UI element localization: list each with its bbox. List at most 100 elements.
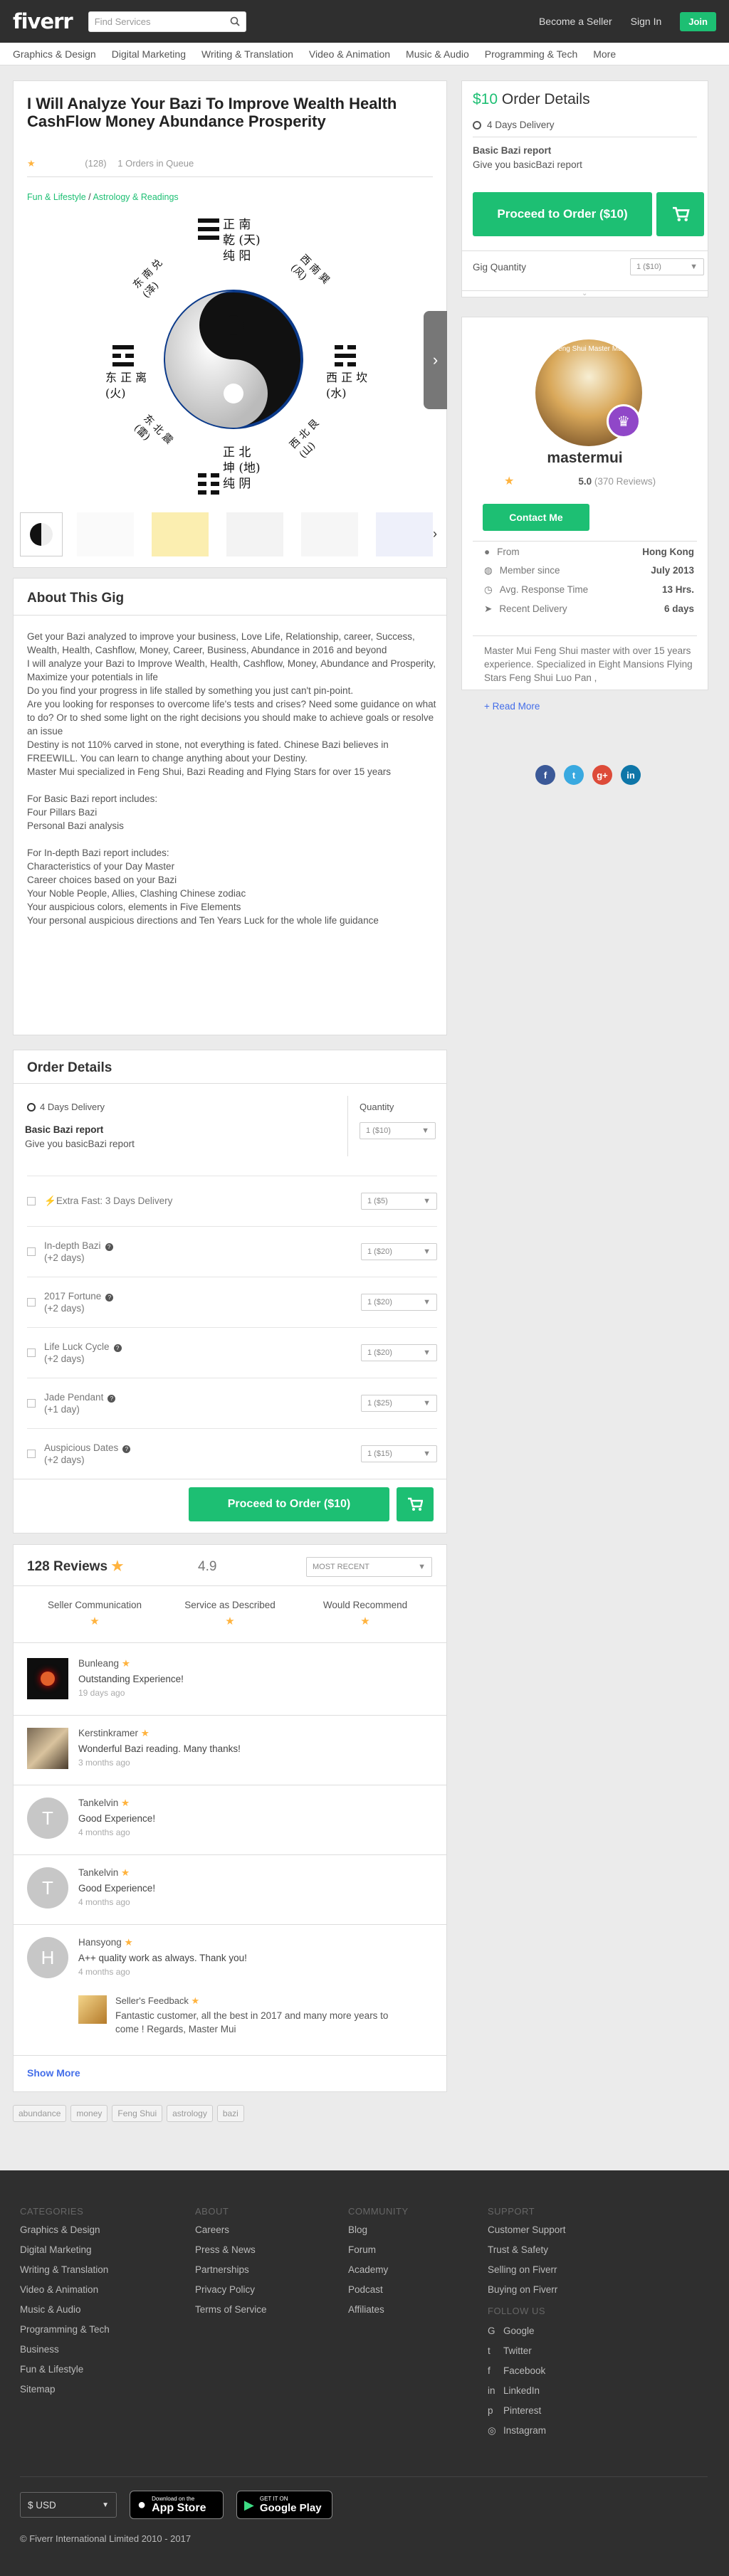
footer-link[interactable]: Academy: [348, 2260, 388, 2280]
contact-me-button[interactable]: Contact Me: [483, 504, 589, 531]
breadcrumb-parent[interactable]: Fun & Lifestyle: [27, 192, 86, 202]
footer-link[interactable]: Writing & Translation: [20, 2260, 110, 2280]
footer-link[interactable]: Affiliates: [348, 2300, 388, 2320]
thumbnail-2[interactable]: [77, 512, 134, 556]
show-more-link[interactable]: Show More: [27, 2067, 80, 2079]
footer-social-twitter[interactable]: t Twitter: [488, 2341, 546, 2361]
footer-link[interactable]: Podcast: [348, 2280, 388, 2300]
footer-social-google[interactable]: G Google: [488, 2321, 546, 2341]
quantity-select[interactable]: 1 ($10) ▼: [360, 1122, 436, 1139]
tag[interactable]: abundance: [13, 2105, 67, 2122]
footer-link[interactable]: Careers: [195, 2220, 267, 2240]
help-icon[interactable]: ?: [122, 1445, 131, 1453]
sidebar-proceed-button[interactable]: Proceed to Order ($10): [473, 192, 652, 236]
tag[interactable]: astrology: [167, 2105, 213, 2122]
google-plus-share-icon[interactable]: g+: [592, 765, 612, 785]
help-icon[interactable]: ?: [105, 1294, 114, 1302]
join-button[interactable]: Join: [680, 11, 716, 31]
footer-link[interactable]: Press & News: [195, 2240, 267, 2260]
thumbnail-4[interactable]: [226, 512, 283, 556]
extra-quantity-select[interactable]: 1 ($5) ▼: [361, 1193, 437, 1210]
footer-link[interactable]: Privacy Policy: [195, 2280, 267, 2300]
footer-link[interactable]: Selling on Fiverr: [488, 2260, 566, 2280]
sign-in-link[interactable]: Sign In: [631, 16, 662, 27]
category-programming[interactable]: Programming & Tech: [485, 48, 577, 60]
reviews-sort-select[interactable]: MOST RECENT ▼: [306, 1557, 432, 1577]
footer-link[interactable]: Buying on Fiverr: [488, 2280, 566, 2300]
footer-social-instagram[interactable]: ◎ Instagram: [488, 2421, 546, 2441]
footer-link[interactable]: Trust & Safety: [488, 2240, 566, 2260]
seller-username[interactable]: mastermui: [461, 450, 708, 467]
thumbnail-3[interactable]: [152, 512, 209, 556]
footer-link[interactable]: Graphics & Design: [20, 2220, 110, 2240]
extra-checkbox[interactable]: [27, 1197, 36, 1205]
footer-link[interactable]: Digital Marketing: [20, 2240, 110, 2260]
category-video[interactable]: Video & Animation: [309, 48, 390, 60]
footer-link[interactable]: Programming & Tech: [20, 2320, 110, 2340]
google-play-badge[interactable]: ▶ GET IT ON Google Play: [236, 2491, 332, 2519]
category-writing[interactable]: Writing & Translation: [201, 48, 293, 60]
search-icon[interactable]: [230, 16, 240, 26]
footer-social-pinterest[interactable]: p Pinterest: [488, 2401, 546, 2421]
footer-social-linkedin[interactable]: in LinkedIn: [488, 2381, 546, 2401]
extra-quantity-select[interactable]: 1 ($25) ▼: [361, 1395, 437, 1412]
facebook-share-icon[interactable]: f: [535, 765, 555, 785]
category-graphics[interactable]: Graphics & Design: [13, 48, 96, 60]
footer-link[interactable]: Partnerships: [195, 2260, 267, 2280]
help-icon[interactable]: ?: [105, 1243, 113, 1251]
gallery-next-button[interactable]: ›: [424, 311, 447, 409]
thumbnail-1[interactable]: [20, 512, 63, 556]
proceed-to-order-button[interactable]: Proceed to Order ($10): [189, 1487, 389, 1521]
twitter-share-icon[interactable]: t: [564, 765, 584, 785]
reviewer-username[interactable]: Tankelvin: [78, 1798, 118, 1808]
extra-quantity-select[interactable]: 1 ($15) ▼: [361, 1445, 437, 1462]
footer-link[interactable]: Terms of Service: [195, 2300, 267, 2320]
thumbnails-next-icon[interactable]: ›: [433, 527, 437, 542]
gig-main-image[interactable]: 正 南 乾 (天) 纯 阳 东 正 离 (火) 西 正 坎 (水) 正 北 坤 …: [77, 210, 390, 509]
extra-checkbox[interactable]: [27, 1348, 36, 1357]
footer-link[interactable]: Business: [20, 2340, 110, 2360]
footer-social-facebook[interactable]: f Facebook: [488, 2361, 546, 2381]
extra-quantity-select[interactable]: 1 ($20) ▼: [361, 1294, 437, 1311]
read-more-link[interactable]: + Read More: [484, 701, 540, 712]
extra-checkbox[interactable]: [27, 1450, 36, 1458]
reviewer-username[interactable]: Tankelvin: [78, 1867, 118, 1878]
footer-link[interactable]: Forum: [348, 2240, 388, 2260]
add-to-cart-button[interactable]: [397, 1487, 434, 1521]
extra-checkbox[interactable]: [27, 1247, 36, 1256]
footer-link[interactable]: Fun & Lifestyle: [20, 2360, 110, 2380]
help-icon[interactable]: ?: [107, 1395, 116, 1403]
sidebar-cart-button[interactable]: [656, 192, 704, 236]
reviewer-username[interactable]: Hansyong: [78, 1937, 122, 1948]
extra-quantity-select[interactable]: 1 ($20) ▼: [361, 1344, 437, 1361]
tag[interactable]: money: [70, 2105, 108, 2122]
footer-link[interactable]: Music & Audio: [20, 2300, 110, 2320]
search-bar[interactable]: Find Services: [88, 11, 246, 32]
breadcrumb-child[interactable]: Astrology & Readings: [93, 192, 178, 202]
category-more[interactable]: More: [593, 48, 616, 60]
extra-checkbox[interactable]: [27, 1399, 36, 1408]
help-icon[interactable]: ?: [113, 1344, 122, 1352]
app-store-badge[interactable]: ● Download on the App Store: [130, 2491, 224, 2519]
category-marketing[interactable]: Digital Marketing: [112, 48, 186, 60]
gig-quantity-select[interactable]: 1 ($10) ▼: [630, 258, 704, 275]
currency-select[interactable]: $ USD ▼: [20, 2492, 117, 2518]
fiverr-logo[interactable]: fiverr: [13, 9, 73, 33]
search-input[interactable]: Find Services: [95, 16, 230, 27]
footer-link[interactable]: Blog: [348, 2220, 388, 2240]
reviewer-username[interactable]: Kerstinkramer: [78, 1728, 138, 1738]
footer-link[interactable]: Video & Animation: [20, 2280, 110, 2300]
become-seller-link[interactable]: Become a Seller: [539, 16, 612, 27]
extra-quantity-select[interactable]: 1 ($20) ▼: [361, 1243, 437, 1260]
footer-link[interactable]: Sitemap: [20, 2380, 110, 2400]
category-music[interactable]: Music & Audio: [406, 48, 469, 60]
extra-checkbox[interactable]: [27, 1298, 36, 1307]
reviewer-username[interactable]: Bunleang: [78, 1658, 119, 1669]
thumbnail-6[interactable]: [376, 512, 433, 556]
tag[interactable]: bazi: [216, 2105, 244, 2122]
footer-link[interactable]: Customer Support: [488, 2220, 566, 2240]
collapse-chevron-icon[interactable]: ⌄: [582, 290, 587, 297]
linkedin-share-icon[interactable]: in: [621, 765, 641, 785]
thumbnail-5[interactable]: [301, 512, 358, 556]
tag[interactable]: Feng Shui: [112, 2105, 163, 2122]
